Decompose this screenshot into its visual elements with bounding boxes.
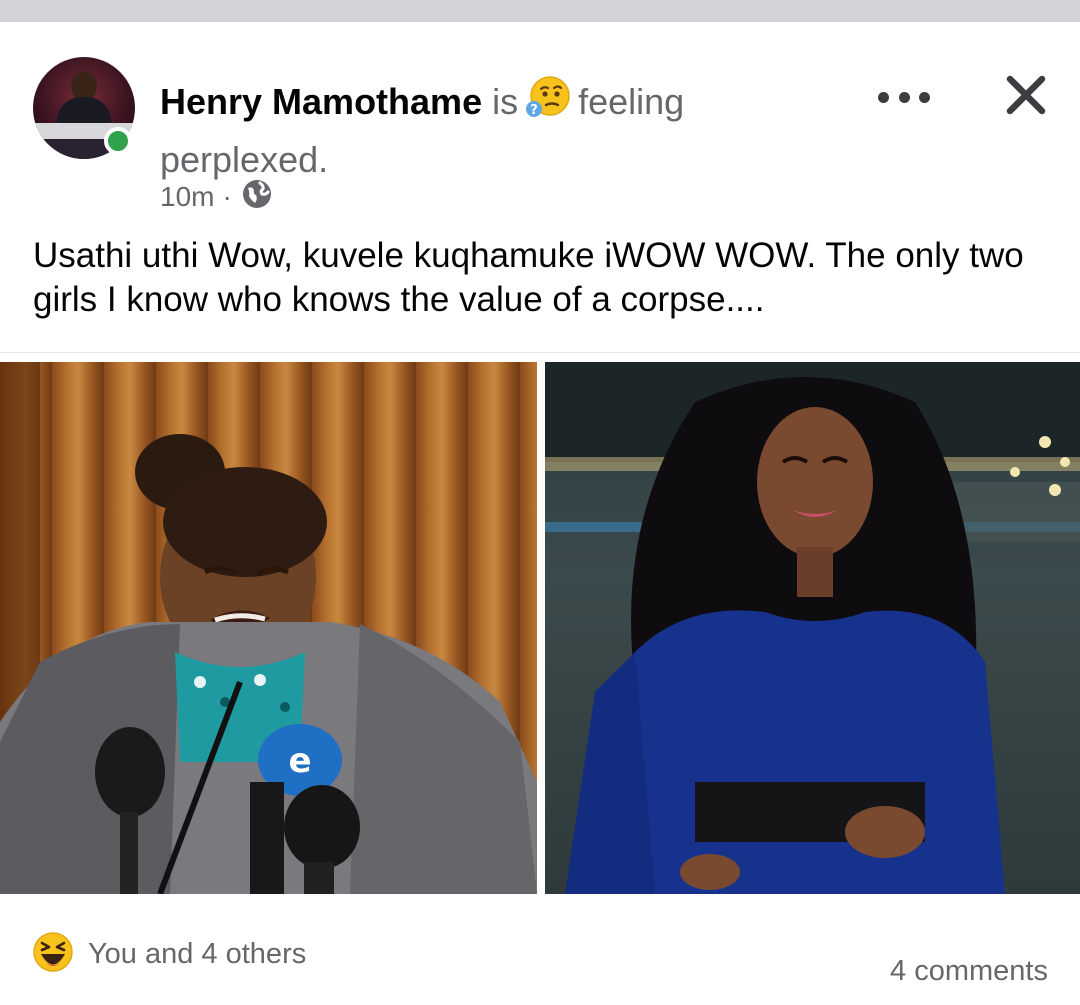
globe-icon <box>240 177 274 218</box>
post-photo-left[interactable]: e <box>0 362 537 894</box>
dot <box>898 91 910 103</box>
feeling-word: feeling <box>578 81 685 122</box>
post-card: Henry Mamothame is ? feeling perplexed. … <box>0 22 1080 1005</box>
post-meta: 10m · <box>160 177 274 217</box>
confused-emoji-icon: ? <box>524 74 572 135</box>
post-time[interactable]: 10m <box>160 181 214 213</box>
reactions-summary[interactable]: You and 4 others <box>32 931 306 978</box>
is-word: is <box>492 81 519 122</box>
close-icon[interactable] <box>1003 72 1049 118</box>
comments-count[interactable]: 4 comments <box>890 955 1048 988</box>
online-status-icon <box>104 127 132 155</box>
dot <box>878 91 889 103</box>
reactions-label: You and 4 others <box>88 938 307 970</box>
dot <box>919 91 930 103</box>
more-options-icon[interactable] <box>878 82 930 112</box>
author-name[interactable]: Henry Mamothame <box>160 81 482 122</box>
photo-grid: e <box>0 352 1080 913</box>
svg-text:e: e <box>288 741 311 781</box>
post-header-text: Henry Mamothame is ? feeling perplexed. <box>160 74 760 185</box>
top-strip <box>0 0 1080 22</box>
meta-separator: · <box>222 181 232 212</box>
svg-text:?: ? <box>530 103 538 118</box>
post-photo-right[interactable] <box>545 362 1080 894</box>
feeling-value[interactable]: perplexed. <box>160 139 328 180</box>
laughing-emoji-icon <box>32 931 74 978</box>
post-body: Usathi uthi Wow, kuvele kuqhamuke iWOW W… <box>33 236 1024 319</box>
